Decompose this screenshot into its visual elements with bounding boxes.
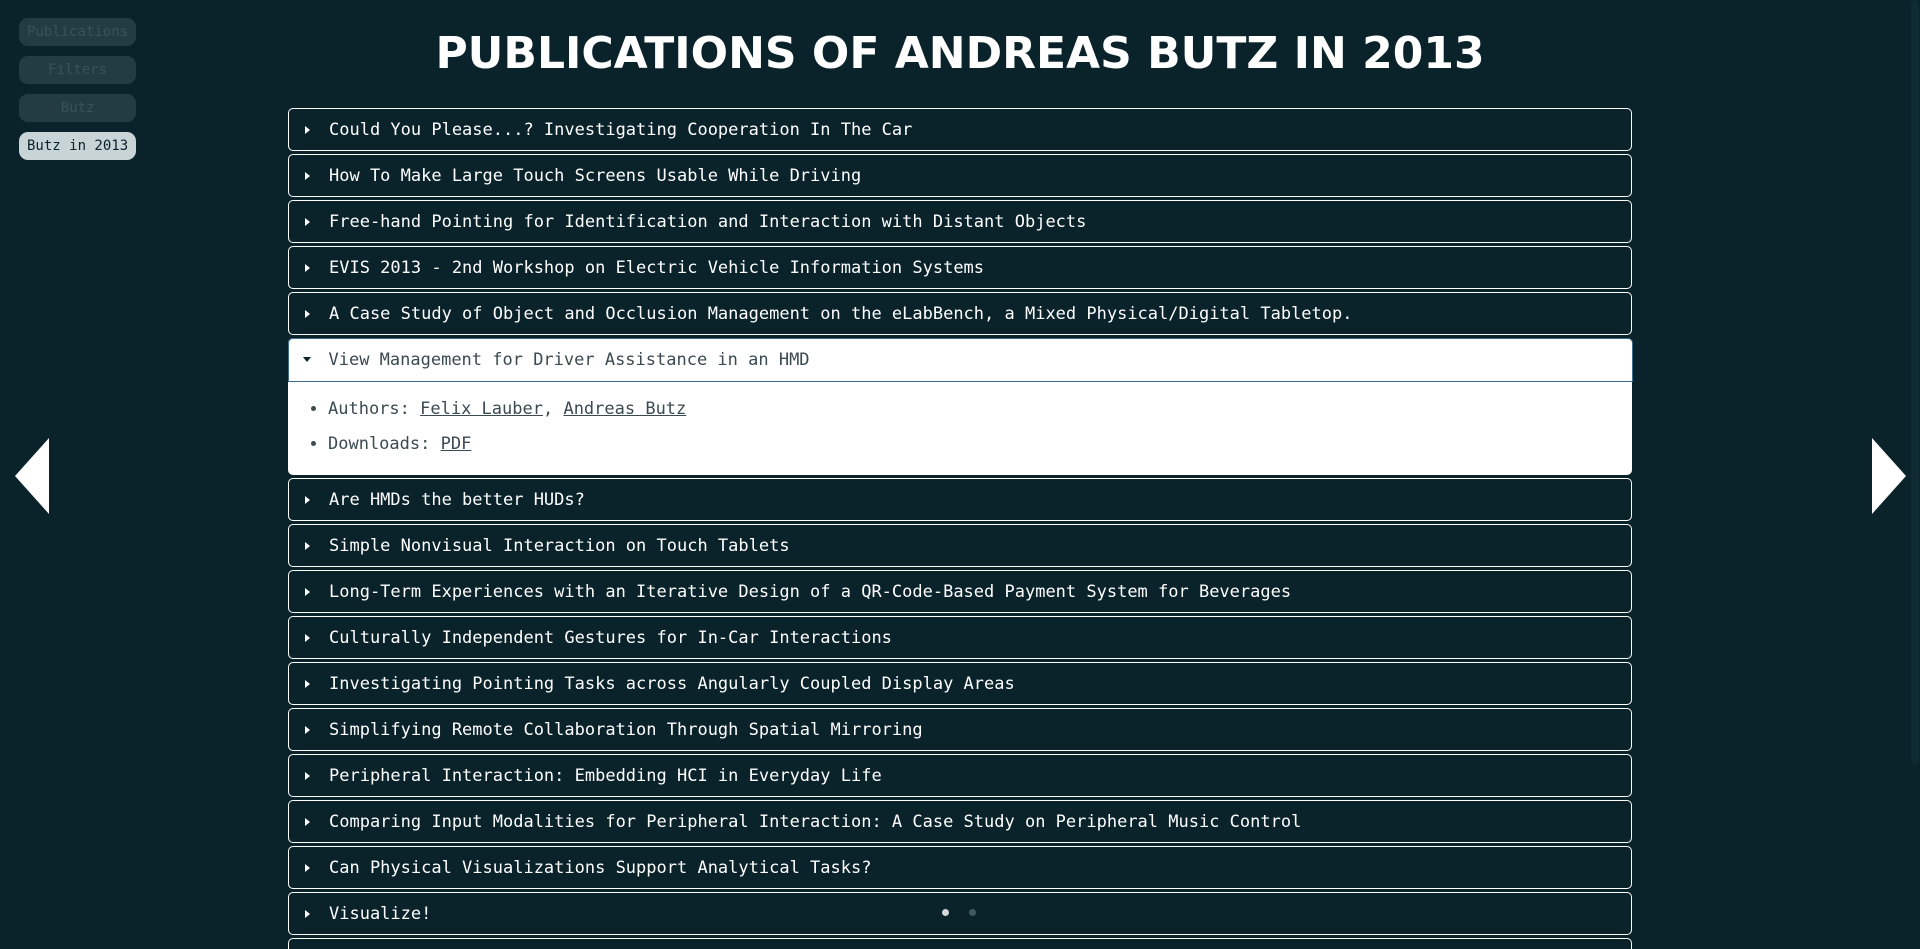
publication-item[interactable]: A Case Study of Object and Occlusion Man… (288, 292, 1632, 335)
left-arrow-icon[interactable] (15, 438, 49, 514)
publication-list: Could You Please...? Investigating Coope… (287, 108, 1633, 949)
authors-row: Authors: Felix Lauber, Andreas Butz (328, 392, 1631, 427)
slide-pager (942, 909, 976, 916)
publication-header[interactable]: Peripheral Interaction: Embedding HCI in… (289, 755, 1631, 796)
scrollbar-thumb[interactable] (1911, 0, 1919, 765)
caret-icon (305, 171, 310, 180)
publication-title: EVIS 2013 - 2nd Workshop on Electric Veh… (329, 257, 985, 278)
publication-title: Simplifying Remote Collaboration Through… (329, 719, 923, 740)
publication-item[interactable]: Could You Please...? Investigating Coope… (288, 108, 1632, 151)
publication-item[interactable] (288, 938, 1632, 949)
page-title: Publications of Andreas Butz in 2013 (435, 28, 1485, 79)
publication-item[interactable]: How To Make Large Touch Screens Usable W… (288, 154, 1632, 197)
caret-icon (305, 633, 310, 642)
caret-icon (305, 587, 310, 596)
publication-title: How To Make Large Touch Screens Usable W… (329, 165, 862, 186)
author-separator: , (542, 399, 564, 419)
publication-title: Peripheral Interaction: Embedding HCI in… (329, 765, 882, 786)
publication-header[interactable]: Long-Term Experiences with an Iterative … (289, 571, 1631, 612)
publication-header[interactable]: Culturally Independent Gestures for In-C… (289, 617, 1631, 658)
page: Publications Filters Butz Butz in 2013 P… (0, 0, 1920, 949)
publication-details: Authors: Felix Lauber, Andreas Butz Down… (289, 380, 1631, 474)
caret-icon (305, 909, 310, 918)
right-arrow-icon[interactable] (1872, 438, 1906, 514)
publication-header[interactable]: Are HMDs the better HUDs? (289, 479, 1631, 520)
publication-title: Comparing Input Modalities for Periphera… (329, 811, 1302, 832)
publication-header[interactable]: Free-hand Pointing for Identification an… (289, 201, 1631, 242)
publication-header[interactable]: Simple Nonvisual Interaction on Touch Ta… (289, 525, 1631, 566)
pager-dot[interactable] (942, 909, 949, 916)
caret-icon (305, 263, 310, 272)
nav-item-butz[interactable]: Butz (19, 94, 137, 122)
caret-icon (305, 217, 310, 226)
caret-icon (305, 125, 310, 134)
publication-title: Visualize! (329, 903, 432, 924)
publication-header[interactable]: View Management for Driver Assistance in… (287, 337, 1633, 382)
pdf-download-link[interactable]: PDF (441, 434, 472, 454)
publication-title: Investigating Pointing Tasks across Angu… (329, 673, 1015, 694)
caret-icon (305, 309, 310, 318)
publication-header[interactable]: How To Make Large Touch Screens Usable W… (289, 155, 1631, 196)
downloads-label: Downloads: (328, 434, 431, 454)
caret-icon (305, 771, 310, 780)
pager-dot[interactable] (969, 909, 976, 916)
caret-icon (305, 863, 310, 872)
caret-down-icon (302, 357, 311, 362)
publication-header[interactable]: Comparing Input Modalities for Periphera… (289, 801, 1631, 842)
publication-header[interactable] (289, 939, 1631, 949)
publication-title: Are HMDs the better HUDs? (329, 489, 585, 510)
publication-item-expanded[interactable]: View Management for Driver Assistance in… (287, 337, 1633, 475)
downloads-row: Downloads: PDF (328, 427, 1631, 462)
publication-item[interactable]: Free-hand Pointing for Identification an… (288, 200, 1632, 243)
authors-label: Authors: (328, 399, 410, 419)
publication-item[interactable]: Simple Nonvisual Interaction on Touch Ta… (288, 524, 1632, 567)
publication-title: View Management for Driver Assistance in… (328, 349, 810, 370)
publication-header[interactable]: Could You Please...? Investigating Coope… (289, 109, 1631, 150)
nav-item-butz-in-2013[interactable]: Butz in 2013 (19, 132, 137, 160)
publication-item[interactable]: EVIS 2013 - 2nd Workshop on Electric Veh… (288, 246, 1632, 289)
publication-item[interactable]: Investigating Pointing Tasks across Angu… (288, 662, 1632, 705)
publication-header[interactable]: Simplifying Remote Collaboration Through… (289, 709, 1631, 750)
caret-icon (305, 541, 310, 550)
publication-item[interactable]: Simplifying Remote Collaboration Through… (288, 708, 1632, 751)
publication-header[interactable]: Can Physical Visualizations Support Anal… (289, 847, 1631, 888)
publication-item[interactable]: Long-Term Experiences with an Iterative … (288, 570, 1632, 613)
author-link[interactable]: Andreas Butz (563, 399, 686, 419)
caret-icon (305, 817, 310, 826)
publication-header[interactable]: EVIS 2013 - 2nd Workshop on Electric Veh… (289, 247, 1631, 288)
caret-icon (305, 725, 310, 734)
publication-title: Can Physical Visualizations Support Anal… (329, 857, 872, 878)
publication-item[interactable]: Are HMDs the better HUDs? (288, 478, 1632, 521)
publication-header[interactable]: Investigating Pointing Tasks across Angu… (289, 663, 1631, 704)
publication-title: Long-Term Experiences with an Iterative … (329, 581, 1292, 602)
caret-icon (305, 679, 310, 688)
publication-item[interactable]: Peripheral Interaction: Embedding HCI in… (288, 754, 1632, 797)
publication-title: Simple Nonvisual Interaction on Touch Ta… (329, 535, 790, 556)
publication-item[interactable]: Culturally Independent Gestures for In-C… (288, 616, 1632, 659)
publication-title: Could You Please...? Investigating Coope… (329, 119, 913, 140)
publication-title: A Case Study of Object and Occlusion Man… (329, 303, 1353, 324)
publication-title: Free-hand Pointing for Identification an… (329, 211, 1087, 232)
scrollbar[interactable] (1910, 0, 1920, 949)
publication-item[interactable]: Can Physical Visualizations Support Anal… (288, 846, 1632, 889)
author-link[interactable]: Felix Lauber (420, 399, 543, 419)
publication-title: Culturally Independent Gestures for In-C… (329, 627, 892, 648)
publication-header[interactable]: A Case Study of Object and Occlusion Man… (289, 293, 1631, 334)
caret-icon (305, 495, 310, 504)
publication-item[interactable]: Comparing Input Modalities for Periphera… (288, 800, 1632, 843)
